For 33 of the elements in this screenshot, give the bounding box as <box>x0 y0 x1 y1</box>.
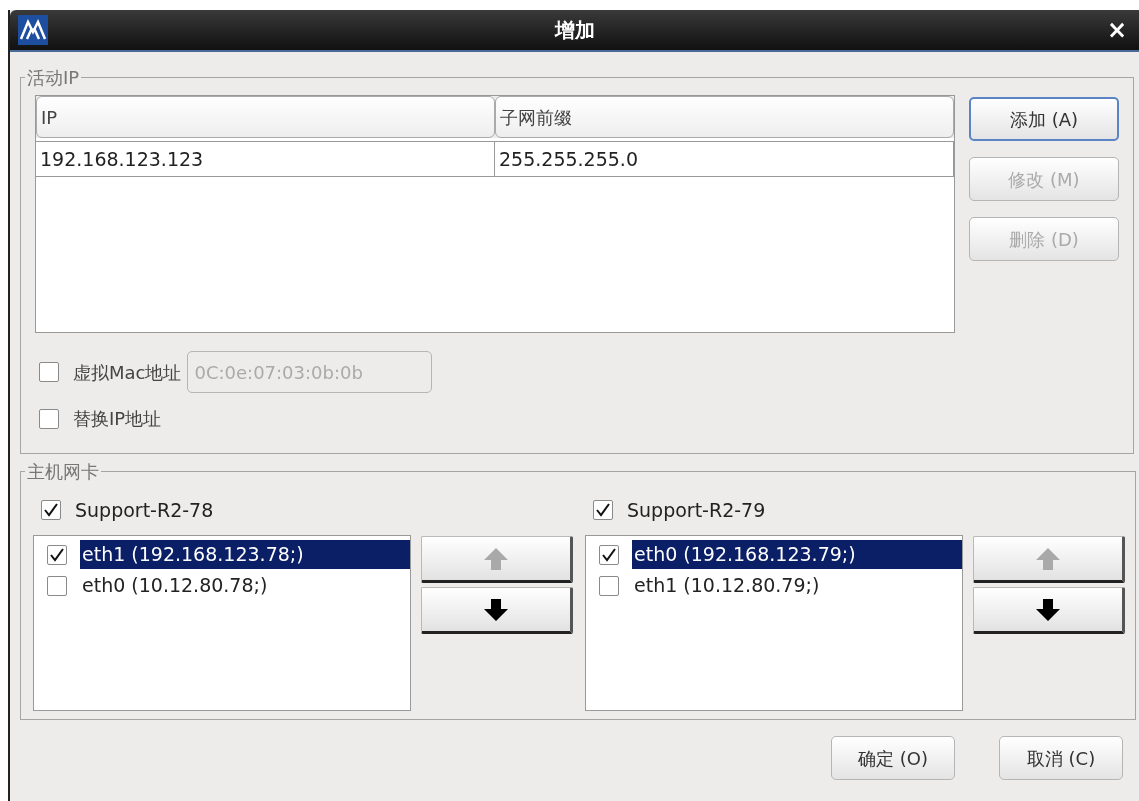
interface-item[interactable]: eth0 (10.12.80.78;) <box>80 571 410 600</box>
replace-ip-checkbox[interactable] <box>39 408 59 429</box>
move-down-button[interactable] <box>973 587 1125 634</box>
interface-checkbox[interactable] <box>599 575 619 596</box>
checkbox-label: 虚拟Mac地址 <box>73 360 182 385</box>
interface-checkbox[interactable] <box>47 544 67 565</box>
checkbox-label: 替换IP地址 <box>73 407 162 431</box>
up-arrow-icon <box>1034 545 1062 572</box>
action-button[interactable]: 添加 (A) <box>969 97 1119 141</box>
down-arrow-icon <box>482 596 510 623</box>
dialog-button[interactable]: 确定 (O) <box>831 736 955 780</box>
close-button[interactable]: × <box>1102 18 1131 42</box>
host-name: Support-R2-78 <box>75 497 214 523</box>
app-logo-icon <box>18 15 48 45</box>
host-checkbox[interactable] <box>41 500 61 520</box>
group-title: 活动IP <box>26 66 81 90</box>
move-down-button[interactable] <box>421 587 573 634</box>
host-name: Support-R2-79 <box>627 497 766 523</box>
group-title: 主机网卡 <box>26 460 100 484</box>
interface-item[interactable]: eth1 (192.168.123.78;) <box>80 540 410 569</box>
table-cell: 192.168.123.123 <box>36 142 495 176</box>
dialog-button[interactable]: 取消 (C) <box>999 736 1123 780</box>
interface-item[interactable]: eth1 (10.12.80.79;) <box>632 571 962 600</box>
interface-item[interactable]: eth0 (192.168.123.79;) <box>632 540 962 569</box>
down-arrow-icon <box>1034 596 1062 623</box>
up-arrow-icon <box>482 545 510 572</box>
column-header[interactable]: 子网前缀 <box>495 96 954 138</box>
table-cell: 255.255.255.0 <box>495 142 954 176</box>
interface-checkbox[interactable] <box>599 544 619 565</box>
interface-checkbox[interactable] <box>47 575 67 596</box>
window-title: 增加 <box>553 17 597 44</box>
column-header[interactable]: IP <box>36 96 495 138</box>
host-checkbox[interactable] <box>593 500 613 520</box>
